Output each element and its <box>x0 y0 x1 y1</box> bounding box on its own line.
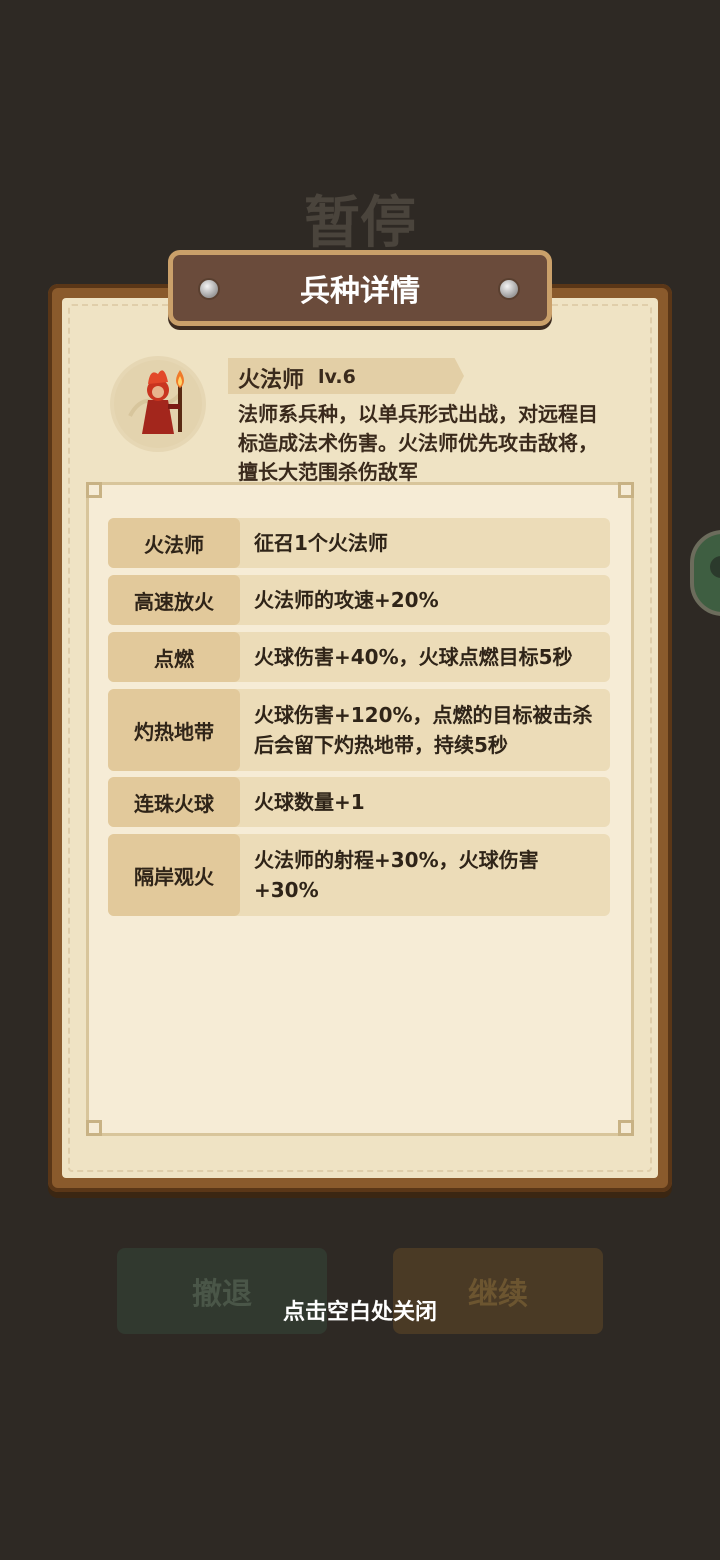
pause-title: 暂停 <box>304 191 416 256</box>
unit-description: 法师系兵种，以单兵形式出战，对远程目标造成法术伤害。火法师优先攻击敌将，擅长大范… <box>238 402 598 484</box>
skill-row: 隔岸观火 火法师的射程+30%，火球伤害+30% <box>108 834 610 916</box>
skill-desc: 火法师的射程+30%，火球伤害+30% <box>254 848 539 902</box>
skill-row: 连珠火球 火球数量+1 <box>108 777 610 827</box>
chat-icon[interactable] <box>690 530 720 616</box>
skill-desc: 征召1个火法师 <box>254 531 388 555</box>
corner-ornament <box>86 1120 102 1136</box>
skill-name: 灼热地带 <box>108 689 240 771</box>
skill-desc: 火球数量+1 <box>254 790 365 814</box>
corner-ornament <box>86 482 102 498</box>
skill-desc: 火球伤害+120%，点燃的目标被击杀后会留下灼热地带，持续5秒 <box>254 703 593 757</box>
corner-ornament <box>618 1120 634 1136</box>
skill-desc: 火球伤害+40%，火球点燃目标5秒 <box>254 645 573 669</box>
unit-level: lv.6 <box>318 366 356 388</box>
skill-name: 连珠火球 <box>108 777 240 827</box>
skill-desc: 火法师的攻速+20% <box>254 588 439 612</box>
skill-name: 高速放火 <box>108 575 240 625</box>
close-hint[interactable]: 点击空白处关闭 <box>0 1294 720 1326</box>
unit-avatar <box>110 356 206 452</box>
skill-name: 隔岸观火 <box>108 834 240 916</box>
skill-row: 灼热地带 火球伤害+120%，点燃的目标被击杀后会留下灼热地带，持续5秒 <box>108 689 610 771</box>
skill-name: 点燃 <box>108 632 240 682</box>
skill-row: 高速放火 火法师的攻速+20% <box>108 575 610 625</box>
corner-ornament <box>618 482 634 498</box>
panel-title: 兵种详情 <box>300 274 420 309</box>
skill-row: 点燃 火球伤害+40%，火球点燃目标5秒 <box>108 632 610 682</box>
unit-name: 火法师 <box>238 368 305 393</box>
fire-mage-icon <box>114 360 202 448</box>
skill-row: 火法师 征召1个火法师 <box>108 518 610 568</box>
skill-name: 火法师 <box>108 518 240 568</box>
